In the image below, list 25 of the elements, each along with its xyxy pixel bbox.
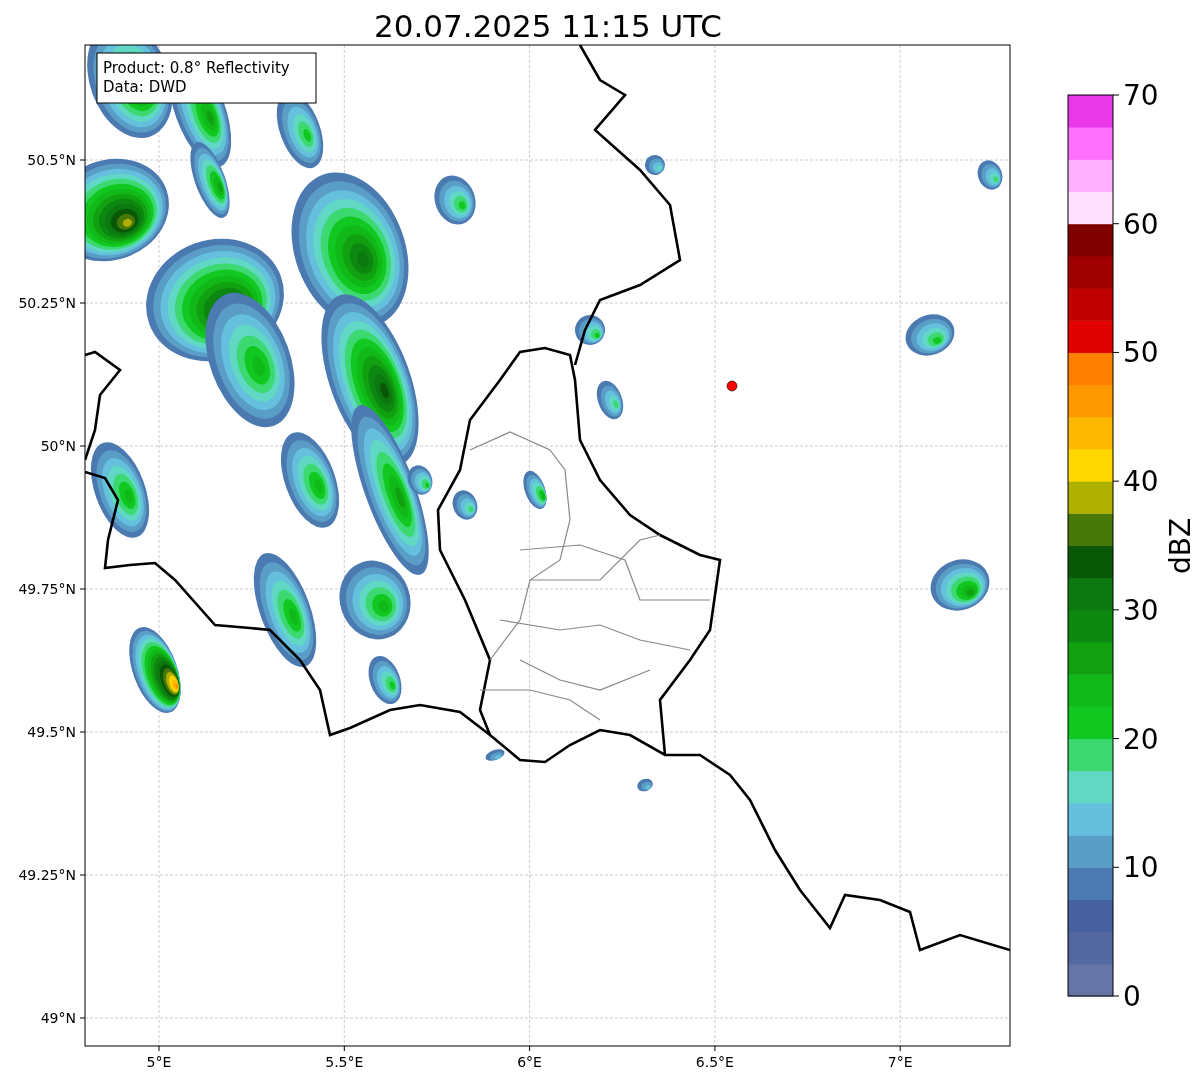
chart-title: 20.07.2025 11:15 UTC <box>374 8 722 44</box>
info-text: Data: DWD <box>103 78 187 96</box>
latitude-tick-label: 50.25°N <box>18 295 76 311</box>
colorbar-tick-label: 30 <box>1123 593 1159 627</box>
latitude-tick-label: 49.75°N <box>18 581 76 597</box>
colorbar-tick-label: 10 <box>1123 851 1159 885</box>
colorbar-tick-label: 0 <box>1123 980 1141 1013</box>
latitude-tick-label: 50°N <box>40 438 76 454</box>
longitude-tick-label: 5°E <box>146 1054 172 1070</box>
colorbar-tick-label: 60 <box>1123 207 1159 241</box>
latitude-tick-label: 49°N <box>40 1010 76 1026</box>
colorbar-tick-label: 20 <box>1123 722 1159 756</box>
longitude-tick-label: 6°E <box>517 1054 542 1070</box>
info-text: Product: 0.8° Reflectivity <box>103 59 290 77</box>
latitude-tick-label: 50.5°N <box>27 152 76 168</box>
colorbar-tick-label: 70 <box>1123 79 1159 112</box>
colorbar-tick-label: 40 <box>1123 465 1159 499</box>
longitude-tick-label: 7°E <box>887 1054 913 1070</box>
longitude-tick-label: 6.5°E <box>695 1054 734 1070</box>
latitude-tick-label: 49.5°N <box>27 724 76 740</box>
colorbar-label: dBZ <box>1164 517 1197 575</box>
latitude-tick-label: 49.25°N <box>18 867 76 883</box>
colorbar-tick-label: 50 <box>1123 336 1159 370</box>
longitude-tick-label: 5.5°E <box>325 1054 364 1070</box>
radar-site-dot <box>726 380 738 392</box>
